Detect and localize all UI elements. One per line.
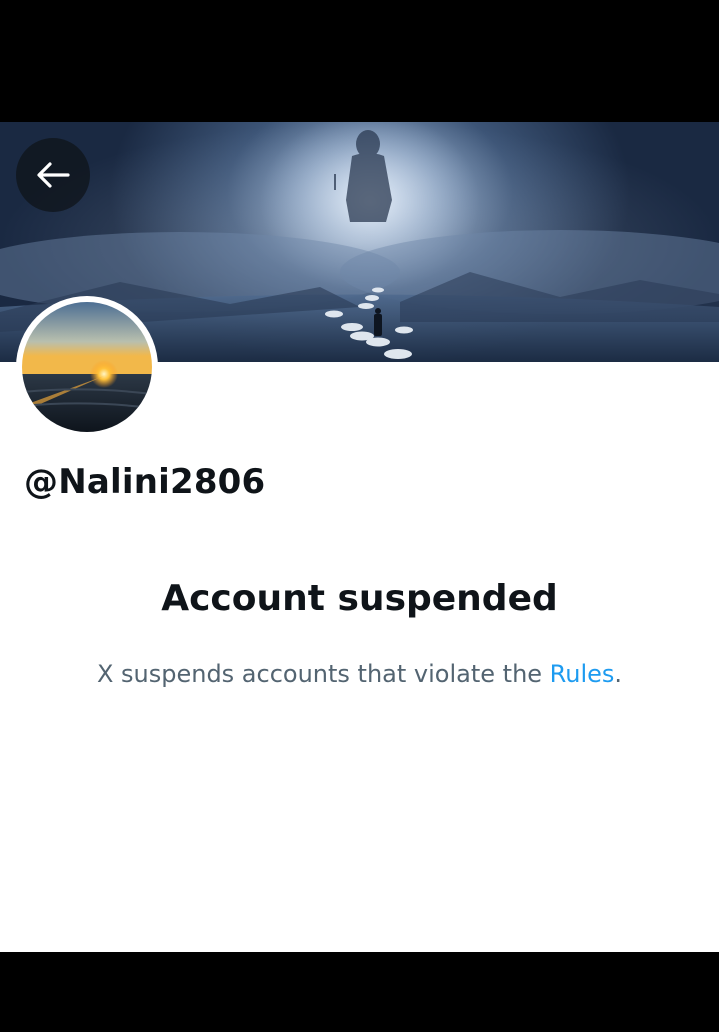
avatar[interactable]: [16, 296, 158, 438]
suspended-description: X suspends accounts that violate the Rul…: [0, 660, 719, 688]
arrow-left-icon: [37, 162, 70, 188]
status-bar: [0, 0, 719, 122]
suspended-title: Account suspended: [161, 578, 558, 619]
system-nav-bar: [0, 952, 719, 1032]
profile-handle: @Nalini2806: [24, 462, 266, 502]
suspended-desc-period: .: [614, 660, 623, 688]
profile-screen: @Nalini2806 Account suspended X suspends…: [0, 0, 719, 1032]
rules-link[interactable]: Rules: [550, 660, 615, 688]
suspended-desc-text: X suspends accounts that violate the: [96, 660, 550, 688]
avatar-image: [22, 302, 152, 432]
back-button[interactable]: [16, 138, 90, 212]
profile-content: [0, 362, 719, 952]
